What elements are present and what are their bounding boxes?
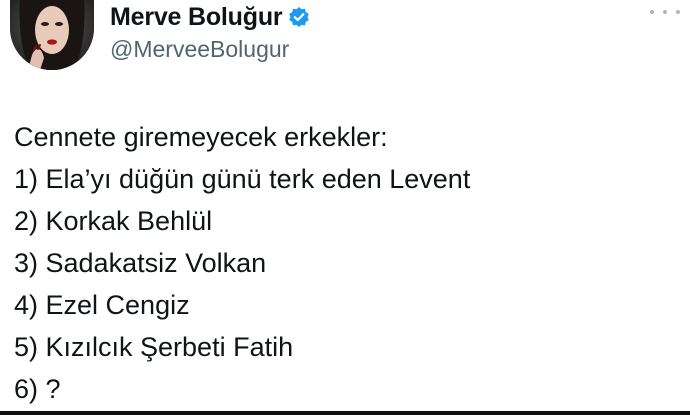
tweet-line: 6) ? <box>14 374 61 404</box>
author-display-name[interactable]: Merve Boluğur <box>110 3 283 32</box>
tweet-line: 5) Kızılcık Şerbeti Fatih <box>14 332 294 362</box>
more-options-icon[interactable] <box>650 2 680 22</box>
author-name-row: Merve Boluğur <box>110 2 310 32</box>
profile-photo-icon <box>10 0 94 70</box>
tweet-line: 1) Ela’yı düğün günü terk eden Levent <box>14 164 471 194</box>
tweet-line: 4) Ezel Cengiz <box>14 290 190 320</box>
tweet-text: Cennete giremeyecek erkekler: 1) Ela’yı … <box>14 116 676 410</box>
tweet-line: 3) Sadakatsiz Volkan <box>14 248 267 278</box>
author-handle[interactable]: @MerveeBolugur <box>110 36 289 63</box>
avatar[interactable] <box>10 0 94 70</box>
tweet-line: 2) Korkak Behlül <box>14 206 213 236</box>
tweet-line: Cennete giremeyecek erkekler: <box>14 122 388 152</box>
tweet-card: Merve Boluğur @MerveeBolugur Cennete gir… <box>0 0 690 415</box>
divider <box>0 411 690 415</box>
verified-badge-icon <box>288 6 310 28</box>
